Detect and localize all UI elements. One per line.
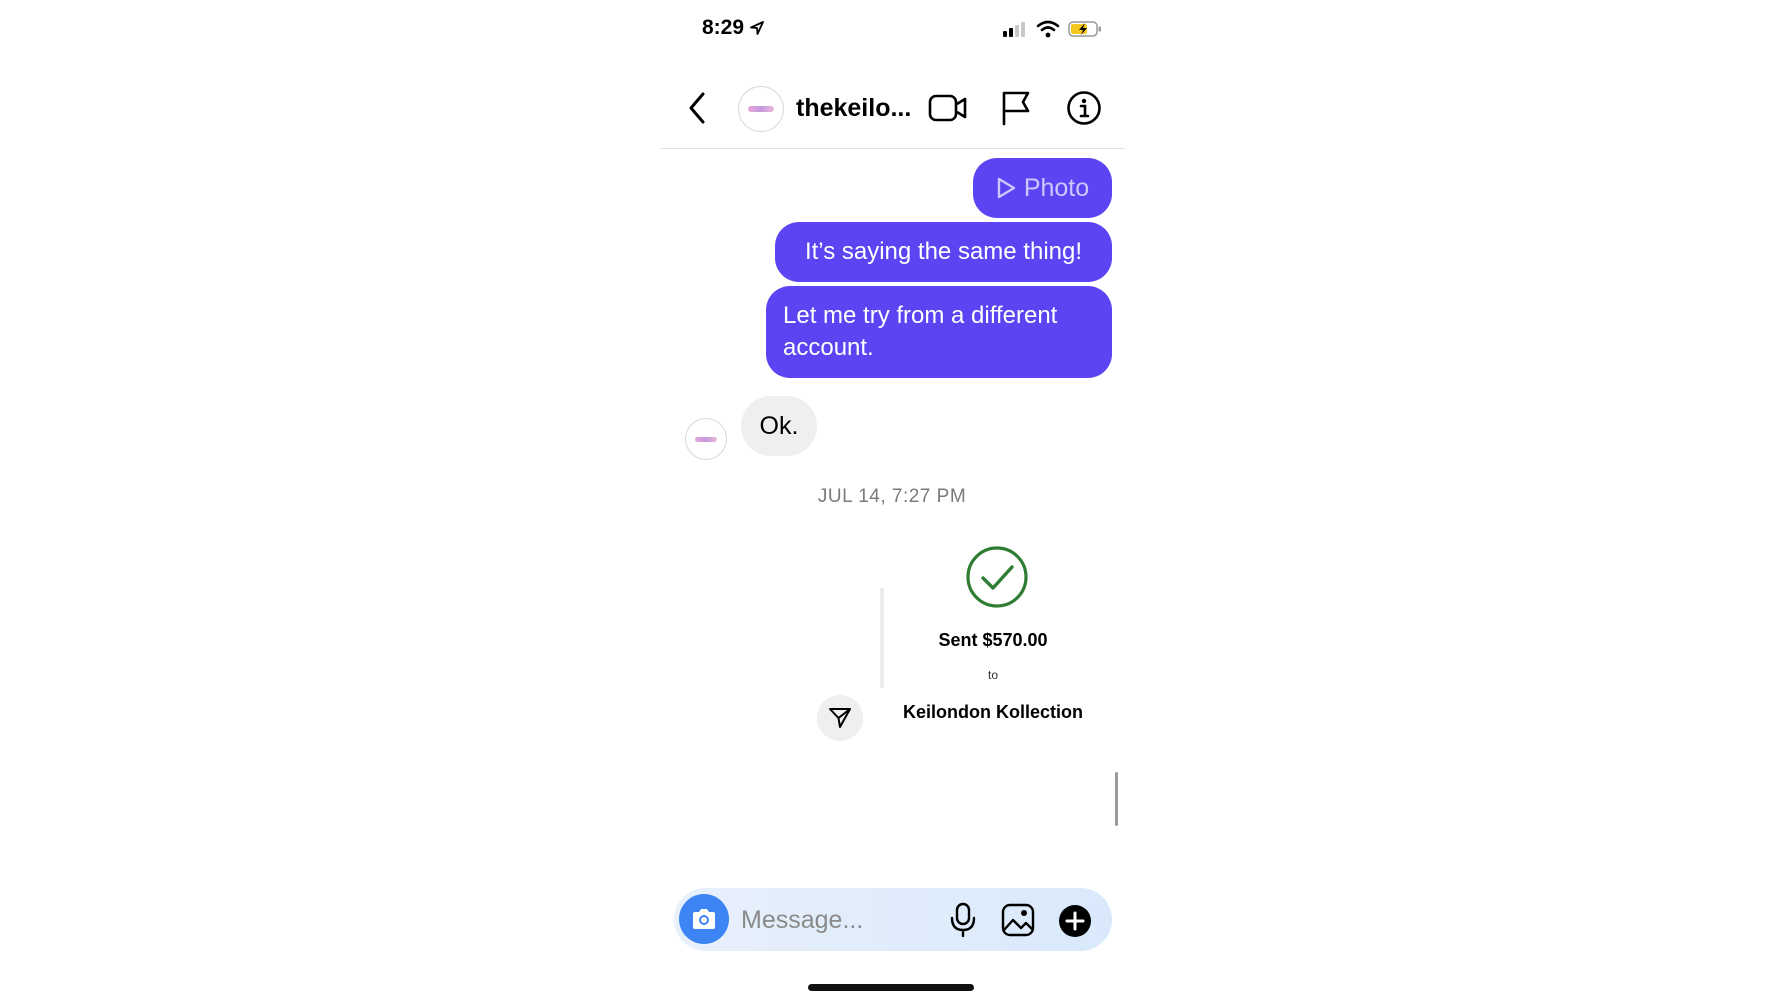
location-arrow-icon xyxy=(750,21,764,35)
info-icon xyxy=(1067,91,1101,125)
share-button[interactable] xyxy=(817,695,863,741)
payment-card-edge xyxy=(880,588,884,688)
back-button[interactable] xyxy=(680,88,714,128)
avatar-image xyxy=(695,436,717,442)
avatar-image xyxy=(748,106,774,112)
outgoing-photo-message[interactable]: Photo xyxy=(973,158,1112,218)
camera-icon xyxy=(693,909,715,929)
header-divider xyxy=(660,148,1125,149)
video-call-button[interactable] xyxy=(926,90,970,126)
message-text: Let me try from a different account. xyxy=(783,302,1058,361)
status-icons xyxy=(1002,20,1102,38)
camera-button[interactable] xyxy=(679,894,729,944)
chevron-left-icon xyxy=(689,92,705,124)
conversation-info-button[interactable] xyxy=(1064,88,1104,128)
play-icon xyxy=(997,177,1016,199)
status-time-text: 8:29 xyxy=(702,16,745,39)
plus-circle-icon xyxy=(1059,905,1091,937)
home-indicator[interactable] xyxy=(808,984,974,991)
flag-icon xyxy=(1002,91,1030,126)
microphone-icon xyxy=(950,902,976,938)
gallery-button[interactable] xyxy=(1000,902,1036,938)
header-avatar[interactable] xyxy=(738,86,784,132)
scrollbar[interactable] xyxy=(1115,772,1118,826)
message-text: Ok. xyxy=(759,411,799,440)
message-timestamp: JUL 14, 7:27 PM xyxy=(817,486,967,507)
more-options-button[interactable] xyxy=(1058,904,1092,938)
outgoing-message[interactable]: It’s saying the same thing! xyxy=(775,222,1112,282)
payment-amount: Sent $570.00 xyxy=(938,630,1048,650)
battery-charging-icon xyxy=(1068,21,1101,37)
sender-avatar[interactable] xyxy=(685,418,727,460)
payment-recipient: Keilondon Kollection xyxy=(903,702,1083,722)
message-input[interactable] xyxy=(741,900,921,940)
report-button[interactable] xyxy=(998,88,1034,128)
outgoing-message[interactable]: Let me try from a different account. xyxy=(766,286,1112,378)
message-text: It’s saying the same thing! xyxy=(804,238,1083,265)
voice-message-button[interactable] xyxy=(948,900,978,940)
image-icon xyxy=(1001,903,1035,937)
incoming-message[interactable]: Ok. xyxy=(741,396,817,456)
cellular-signal-icon xyxy=(1003,22,1025,37)
photo-label: Photo xyxy=(1023,174,1090,202)
payment-to-label: to xyxy=(987,668,998,682)
video-camera-icon xyxy=(928,94,967,122)
status-time: 8:29 xyxy=(702,16,765,40)
checkmark-circle-icon xyxy=(966,546,1028,608)
wifi-icon xyxy=(1036,20,1060,38)
conversation-username[interactable]: thekeilo... xyxy=(796,94,911,123)
paper-plane-icon xyxy=(829,708,851,728)
